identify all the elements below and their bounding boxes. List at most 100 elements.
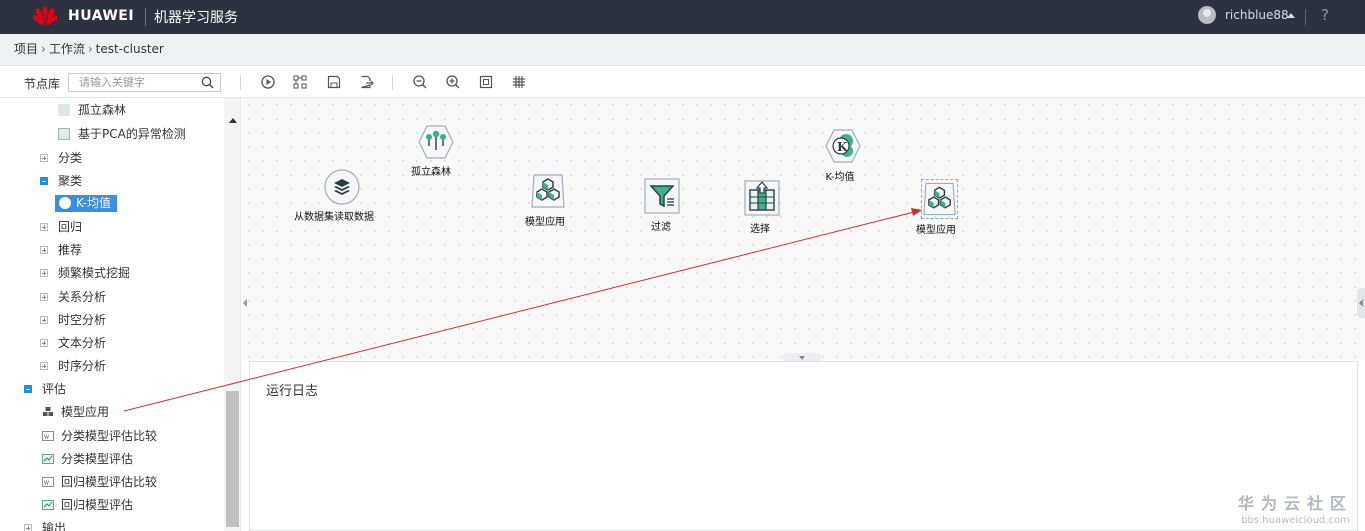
expand-plus-icon[interactable] bbox=[40, 362, 48, 370]
filter-icon bbox=[644, 178, 680, 214]
topbar-divider bbox=[145, 8, 146, 26]
expand-plus-icon[interactable] bbox=[40, 246, 48, 254]
tree-item-clustering[interactable]: 聚类 bbox=[40, 170, 82, 192]
canvas-node-label: 选择 bbox=[750, 224, 770, 235]
expand-plus-icon[interactable] bbox=[40, 316, 48, 324]
tree-item-recommendation[interactable]: 推荐 bbox=[40, 239, 82, 261]
canvas-node-label: 孤立森林 bbox=[411, 167, 451, 178]
tree-item-text-analysis[interactable]: 文本分析 bbox=[40, 332, 106, 354]
tree-node-icon bbox=[58, 104, 70, 116]
user-avatar-icon[interactable] bbox=[1198, 6, 1216, 24]
watermark-title: 华为云社区 bbox=[1238, 494, 1354, 513]
expand-plus-icon[interactable] bbox=[40, 339, 48, 347]
breadcrumb-workflow[interactable]: 工作流 bbox=[49, 34, 85, 65]
eval-icon bbox=[42, 500, 54, 510]
caret-up-icon[interactable] bbox=[1287, 13, 1295, 18]
zoom-out-icon[interactable] bbox=[412, 74, 428, 90]
svg-text:W: W bbox=[44, 435, 49, 441]
canvas-node-filter[interactable] bbox=[643, 177, 681, 215]
svg-text:K: K bbox=[837, 140, 848, 154]
canvas-node-read-dataset[interactable] bbox=[323, 168, 361, 206]
export-icon[interactable] bbox=[359, 74, 375, 90]
tree-item-classification-eval[interactable]: 分类模型评估 bbox=[42, 448, 133, 470]
run-icon[interactable] bbox=[260, 74, 276, 90]
collapse-sidebar-icon[interactable] bbox=[241, 296, 249, 310]
select-icon bbox=[744, 180, 780, 216]
canvas-node-kmeans[interactable]: K bbox=[824, 128, 862, 164]
tree-item-evaluation[interactable]: 评估 bbox=[24, 378, 66, 400]
workflow-canvas[interactable] bbox=[242, 98, 1365, 360]
fit-view-icon[interactable] bbox=[478, 74, 494, 90]
tree-item-model-apply[interactable]: 模型应用 bbox=[42, 401, 109, 423]
breadcrumb-current: test-cluster bbox=[95, 42, 164, 56]
tree-item-regression[interactable]: 回归 bbox=[40, 216, 82, 238]
tree-icon bbox=[418, 125, 454, 159]
scroll-up-arrow-icon[interactable] bbox=[229, 118, 237, 123]
expand-plus-icon[interactable] bbox=[24, 524, 32, 531]
run-log-panel: 运行日志 bbox=[249, 361, 1358, 531]
cubes-icon bbox=[923, 182, 956, 216]
huawei-logo-icon[interactable] bbox=[32, 4, 58, 28]
save-icon[interactable] bbox=[326, 74, 342, 90]
canvas-node-select[interactable] bbox=[743, 179, 781, 217]
help-icon[interactable]: ? bbox=[1321, 6, 1329, 24]
canvas-node-label: K-均值 bbox=[825, 172, 855, 183]
canvas-node-label: 模型应用 bbox=[525, 217, 565, 228]
tree-item-spatiotemporal[interactable]: 时空分析 bbox=[40, 309, 106, 331]
breadcrumb-separator-icon: › bbox=[41, 42, 46, 56]
expand-plus-icon[interactable] bbox=[40, 154, 48, 162]
username[interactable]: richblue88 bbox=[1225, 8, 1289, 22]
cubes-icon bbox=[43, 407, 53, 416]
kmeans-node-icon bbox=[59, 197, 71, 209]
svg-text:W: W bbox=[44, 481, 49, 487]
tree-item-output[interactable]: 输出 bbox=[24, 517, 66, 531]
canvas-node-isolation-forest[interactable] bbox=[417, 124, 455, 160]
run-log-title: 运行日志 bbox=[266, 384, 319, 399]
tree-item-isolation-forest[interactable]: 孤立森林 bbox=[58, 99, 126, 121]
eval-compare-icon: W bbox=[42, 431, 54, 441]
breadcrumb-project[interactable]: 项目 bbox=[14, 34, 38, 65]
expand-plus-icon[interactable] bbox=[40, 293, 48, 301]
eval-compare-icon: W bbox=[42, 477, 54, 487]
tree-item-classification[interactable]: 分类 bbox=[40, 147, 82, 169]
tree-item-regression-eval-compare[interactable]: W 回归模型评估比较 bbox=[42, 471, 157, 493]
search-input[interactable] bbox=[69, 74, 189, 91]
sidebar-scroll-thumb[interactable] bbox=[226, 391, 239, 527]
collapse-minus-icon[interactable] bbox=[40, 177, 48, 185]
toolbar-divider bbox=[240, 75, 241, 90]
watermark: 华为云社区 bbs.huaweicloud.com bbox=[1238, 490, 1353, 526]
tree-item-regression-eval[interactable]: 回归模型评估 bbox=[42, 494, 133, 516]
eval-icon bbox=[42, 454, 54, 464]
breadcrumb: 项目 › 工作流 › test-cluster bbox=[0, 34, 1365, 66]
brand-name[interactable]: HUAWEI bbox=[68, 8, 134, 24]
tree-item-pca-anomaly[interactable]: 基于PCA的异常检测 bbox=[58, 123, 186, 145]
canvas-node-model-apply-1[interactable] bbox=[530, 173, 566, 209]
zoom-in-icon[interactable] bbox=[445, 74, 461, 90]
collapse-minus-icon[interactable] bbox=[24, 385, 32, 393]
canvas-node-label: 从数据集读取数据 bbox=[294, 212, 374, 223]
search-icon[interactable] bbox=[201, 76, 214, 89]
cubes-icon bbox=[531, 174, 565, 208]
service-title[interactable]: 机器学习服务 bbox=[154, 7, 238, 27]
node-library-sidebar: 孤立森林 基于PCA的异常检测 分类 聚类 K-均值 回归 推荐 频繁模式挖掘 … bbox=[0, 98, 241, 531]
toolbar-divider bbox=[392, 75, 393, 90]
watermark-url: bbs.huaweicloud.com bbox=[1241, 515, 1350, 526]
canvas-node-model-apply-2[interactable] bbox=[921, 179, 958, 219]
grid-icon[interactable] bbox=[511, 74, 527, 90]
pca-node-icon bbox=[58, 128, 70, 140]
tree-item-frequent-pattern[interactable]: 频繁模式挖掘 bbox=[40, 262, 130, 284]
toolbar: 节点库 bbox=[0, 66, 1365, 98]
canvas-node-label: 模型应用 bbox=[916, 225, 956, 236]
top-bar: HUAWEI 机器学习服务 richblue88 ? bbox=[0, 0, 1365, 34]
tree-item-relation-analysis[interactable]: 关系分析 bbox=[40, 286, 106, 308]
tree-item-kmeans[interactable]: K-均值 bbox=[55, 195, 117, 212]
tree-item-time-series[interactable]: 时序分析 bbox=[40, 355, 106, 377]
topbar-divider-2 bbox=[1305, 9, 1306, 25]
expand-right-panel-icon[interactable] bbox=[1357, 288, 1365, 318]
kmeans-icon: K bbox=[825, 129, 861, 163]
expand-plus-icon[interactable] bbox=[40, 223, 48, 231]
canvas-node-label: 过滤 bbox=[651, 222, 671, 233]
expand-plus-icon[interactable] bbox=[40, 269, 48, 277]
layout-icon[interactable] bbox=[292, 74, 308, 90]
tree-item-classification-eval-compare[interactable]: W 分类模型评估比较 bbox=[42, 425, 157, 447]
